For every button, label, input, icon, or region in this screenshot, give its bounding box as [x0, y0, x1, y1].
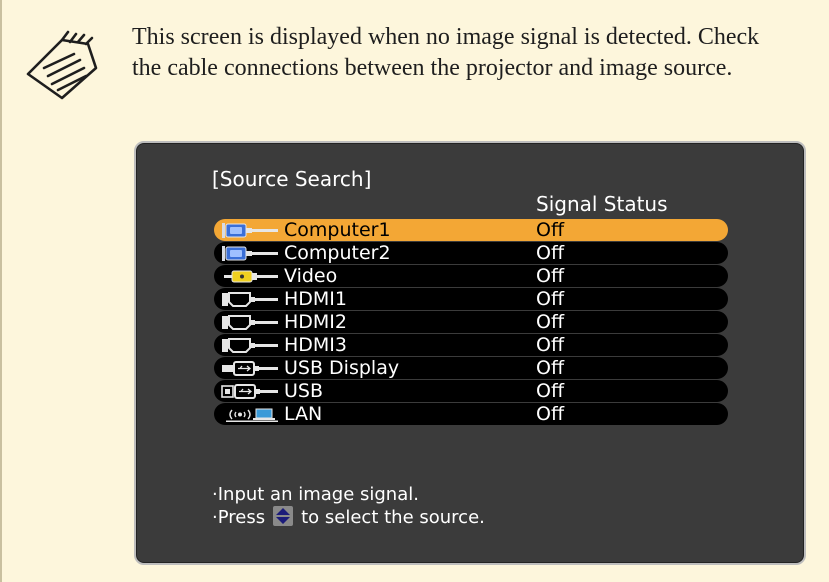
source-name: Computer1 [284, 219, 391, 241]
source-row-computer2[interactable]: Computer2 Off [214, 242, 728, 264]
source-status: Off [536, 334, 565, 356]
source-name: USB [284, 380, 324, 402]
memo-icon [26, 30, 98, 100]
source-status: Off [536, 357, 565, 379]
source-status: Off [536, 311, 565, 333]
source-status: Off [536, 403, 565, 425]
source-row-hdmi3[interactable]: HDMI3 Off [214, 334, 728, 356]
source-search-panel: [Source Search] Signal Status Computer1 … [134, 141, 806, 565]
signal-status-header: Signal Status [536, 192, 668, 216]
source-status: Off [536, 219, 565, 241]
computer-port-icon [222, 223, 278, 238]
help-press-text: ·Press [212, 507, 266, 528]
panel-title: [Source Search] [212, 167, 372, 191]
source-row-video[interactable]: Video Off [214, 265, 728, 287]
source-row-hdmi2[interactable]: HDMI2 Off [214, 311, 728, 333]
usb-port-icon [221, 384, 278, 399]
source-name: LAN [284, 403, 323, 425]
source-row-hdmi1[interactable]: HDMI1 Off [214, 288, 728, 310]
computer-port-icon [222, 246, 278, 261]
source-status: Off [536, 265, 565, 287]
video-port-icon [224, 270, 278, 283]
source-name: HDMI1 [284, 288, 348, 310]
source-status: Off [536, 242, 565, 264]
source-row-computer1[interactable]: Computer1 Off [214, 219, 728, 241]
source-name: Video [284, 265, 338, 287]
hdmi-port-icon [222, 315, 278, 330]
lan-wireless-icon [226, 408, 278, 422]
usb-display-port-icon [222, 361, 278, 376]
help-line-2: ·Press to select the source. [212, 506, 485, 529]
hdmi-port-icon [222, 338, 278, 353]
help-select-text: to select the source. [301, 507, 485, 528]
source-name: HDMI2 [284, 311, 348, 333]
note-text: This screen is displayed when no image s… [132, 24, 760, 81]
hdmi-port-icon [222, 292, 278, 307]
source-name: Computer2 [284, 242, 391, 264]
help-line-1: ·Input an image signal. [212, 484, 419, 505]
up-down-arrow-key-icon [273, 506, 294, 526]
source-name: USB Display [284, 357, 400, 379]
source-name: HDMI3 [284, 334, 348, 356]
source-status: Off [536, 380, 565, 402]
source-list: Computer1 Off Computer2 Off Video Off HD… [214, 219, 728, 426]
source-row-usb-display[interactable]: USB Display Off [214, 357, 728, 379]
source-row-usb[interactable]: USB Off [214, 380, 728, 402]
source-status: Off [536, 288, 565, 310]
note-box: This screen is displayed when no image s… [0, 0, 829, 582]
source-row-lan[interactable]: LAN Off [214, 403, 728, 425]
help-text: ·Input an image signal. ·Press to select … [212, 483, 485, 529]
